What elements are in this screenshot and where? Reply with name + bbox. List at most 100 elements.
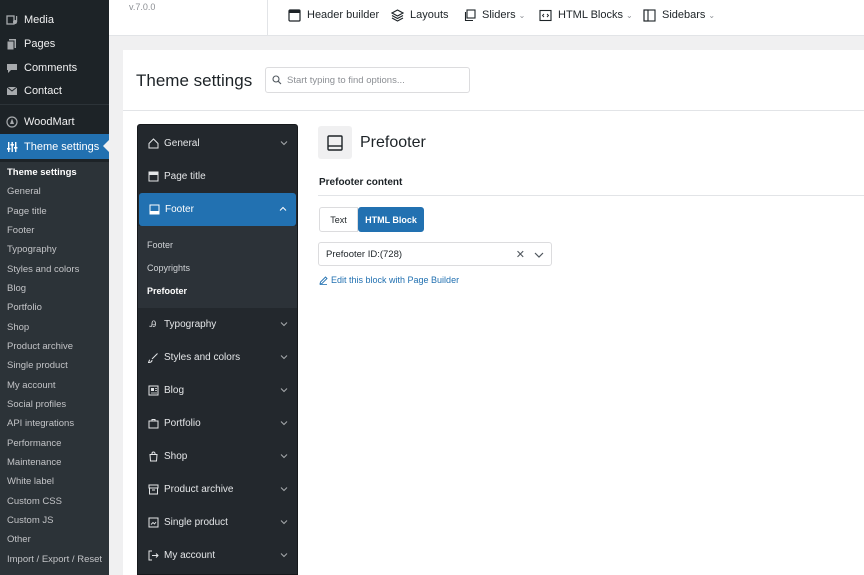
wp-submenu-item[interactable]: Typography (7, 244, 57, 255)
wp-menu-comments[interactable]: Comments (0, 56, 109, 80)
section-title: Prefooter (360, 134, 426, 151)
search-input[interactable] (287, 74, 467, 86)
options-search[interactable] (265, 67, 470, 93)
wp-submenu-item[interactable]: Theme settings (7, 167, 77, 178)
wp-submenu-item[interactable]: Portfolio (7, 302, 42, 313)
wp-submenu-item[interactable]: Styles and colors (7, 264, 79, 275)
content-type-html-block-button[interactable]: HTML Block (358, 207, 424, 232)
code-block-icon (539, 9, 552, 21)
nav-item-page-title[interactable]: Page title (138, 160, 297, 193)
settings-header: Theme settings (123, 50, 864, 111)
clear-icon[interactable]: ✕ (516, 248, 525, 261)
wp-submenu-item[interactable]: Maintenance (7, 457, 61, 468)
footer-submenu: Footer Copyrights Prefooter (138, 226, 297, 308)
edit-link-label: Edit this block with Page Builder (331, 275, 460, 285)
wp-menu-contact[interactable]: Contact (0, 79, 109, 103)
nav-item-blog[interactable]: Blog (138, 374, 297, 407)
pages-icon (6, 38, 18, 50)
header-builder-link[interactable]: Header builder (288, 7, 379, 23)
wp-submenu-item[interactable]: Import / Export / Reset (7, 554, 102, 565)
edit-with-page-builder-link[interactable]: Edit this block with Page Builder (319, 275, 459, 285)
chevron-down-icon[interactable] (534, 250, 544, 260)
sidebars-link[interactable]: Sidebars ⌄ (643, 7, 715, 23)
nav-item-label: My account (164, 550, 216, 561)
wp-submenu-item[interactable]: Blog (7, 283, 26, 294)
sidebars-label: Sidebars (662, 9, 706, 21)
typography-icon: Ꭿ (149, 319, 157, 329)
chevron-down-icon: ⌄ (708, 10, 716, 20)
nav-item-footer[interactable]: Footer (139, 193, 296, 226)
nav-item-label: Shop (164, 451, 188, 462)
sliders-stack-icon (464, 8, 476, 21)
wp-submenu-item[interactable]: Other (7, 534, 31, 545)
wp-menu-label: Pages (24, 38, 56, 50)
html-blocks-link[interactable]: HTML Blocks ⌄ (539, 7, 633, 23)
wp-submenu-item[interactable]: Shop (7, 322, 29, 333)
nav-sub-footer[interactable]: Footer (147, 240, 173, 250)
brush-icon (147, 352, 159, 363)
select-value: Prefooter ID:(728) (326, 249, 403, 260)
woodmart-icon (6, 116, 18, 128)
nav-item-portfolio[interactable]: Portfolio (138, 407, 297, 440)
nav-item-styles[interactable]: Styles and colors (138, 341, 297, 374)
nav-item-label: Page title (164, 171, 206, 182)
wp-submenu-item[interactable]: Footer (7, 225, 34, 236)
wp-submenu-item[interactable]: Product archive (7, 341, 73, 352)
nav-item-general[interactable]: General (138, 127, 297, 160)
content-type-text-button[interactable]: Text (319, 207, 358, 232)
home-icon (147, 138, 159, 149)
layouts-label: Layouts (410, 9, 449, 21)
wp-menu-woodmart[interactable]: WoodMart (0, 110, 109, 134)
footer-icon (148, 204, 160, 215)
nav-item-my-account[interactable]: My account (138, 539, 297, 572)
wp-menu-pages[interactable]: Pages (0, 32, 109, 56)
nav-item-single-product[interactable]: Single product (138, 506, 297, 539)
wp-submenu-item[interactable]: Page title (7, 206, 47, 217)
chevron-up-icon (279, 206, 287, 211)
chevron-down-icon (280, 421, 288, 426)
wp-menu-label: Theme settings (24, 140, 100, 153)
chevron-down-icon (280, 454, 288, 459)
html-block-select[interactable]: Prefooter ID:(728) ✕ (318, 242, 552, 266)
footer-icon (327, 134, 343, 151)
toolbar-divider (267, 0, 268, 36)
wp-submenu-item[interactable]: My account (7, 380, 56, 391)
sliders-link[interactable]: Sliders ⌄ (463, 7, 525, 23)
wp-menu-theme-settings[interactable]: Theme settings (0, 134, 109, 159)
posts-menu-item-cut[interactable] (6, 0, 66, 2)
layers-icon (391, 8, 404, 22)
top-toolbar: v.7.0.0 Header builder Layouts Sliders ⌄… (109, 0, 864, 36)
layouts-link[interactable]: Layouts (391, 7, 449, 23)
comments-icon (6, 62, 18, 74)
version-label: v.7.0.0 (129, 2, 156, 12)
wp-menu-label: Media (24, 14, 54, 26)
chevron-down-icon (280, 520, 288, 525)
wp-submenu-item[interactable]: Performance (7, 438, 61, 449)
wp-menu-divider (0, 104, 109, 105)
wp-submenu-item[interactable]: Custom JS (7, 515, 53, 526)
nav-sub-prefooter[interactable]: Prefooter (147, 286, 187, 296)
nav-item-product-archive[interactable]: Product archive (138, 473, 297, 506)
wp-submenu-item[interactable]: White label (7, 476, 54, 487)
options-nav: General Page title Footer Footer Copyrig… (137, 124, 298, 575)
wp-submenu-item[interactable]: Social profiles (7, 399, 66, 410)
nav-item-label: Product archive (164, 484, 234, 495)
wp-menu-label: Contact (24, 85, 62, 97)
nav-item-label: Portfolio (164, 418, 201, 429)
wp-submenu-item[interactable]: API integrations (7, 418, 74, 429)
nav-item-label: Blog (164, 385, 185, 396)
wp-menu-media[interactable]: Media (0, 8, 109, 32)
nav-item-typography[interactable]: Ꭿ Typography (138, 308, 297, 341)
sliders-label: Sliders (482, 9, 516, 21)
wp-submenu-item[interactable]: Custom CSS (7, 496, 62, 507)
nav-item-shop[interactable]: Shop (138, 440, 297, 473)
chevron-down-icon: ⌄ (626, 10, 633, 20)
nav-sub-copyrights[interactable]: Copyrights (147, 263, 190, 273)
portfolio-icon (147, 418, 159, 429)
wp-submenu-item[interactable]: General (7, 186, 41, 197)
product-icon (147, 517, 159, 528)
sidebar-icon (643, 8, 656, 22)
page-title: Theme settings (136, 71, 253, 90)
wp-submenu-item[interactable]: Single product (7, 360, 68, 371)
wp-menu-label: Comments (24, 62, 78, 74)
